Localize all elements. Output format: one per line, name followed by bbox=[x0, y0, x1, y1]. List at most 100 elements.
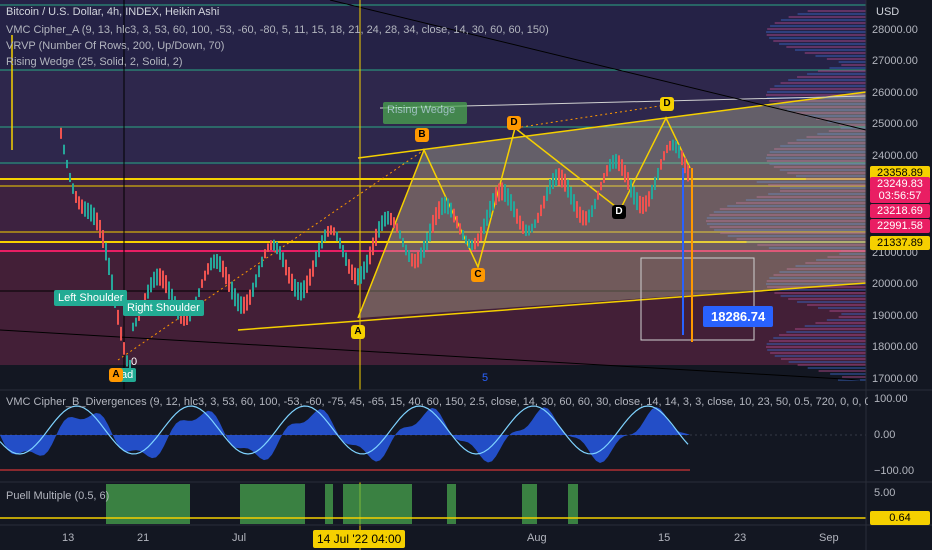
candle bbox=[270, 240, 272, 251]
vrvp-bar bbox=[807, 304, 866, 306]
candle bbox=[165, 275, 167, 294]
price-tick: 26000.00 bbox=[872, 87, 918, 99]
candle bbox=[660, 159, 662, 170]
vrvp-bar bbox=[774, 22, 866, 24]
candle bbox=[531, 223, 533, 233]
chart-canvas[interactable] bbox=[0, 0, 932, 550]
vrvp-bar bbox=[830, 373, 866, 375]
candle bbox=[363, 261, 365, 280]
price-tick: 17000.00 bbox=[872, 373, 918, 385]
candle bbox=[609, 158, 611, 172]
candle bbox=[222, 260, 224, 278]
candle bbox=[309, 268, 311, 286]
candle bbox=[399, 230, 401, 239]
candle bbox=[198, 288, 200, 298]
candle bbox=[624, 165, 626, 183]
candle bbox=[513, 201, 515, 218]
candle bbox=[135, 317, 137, 327]
candle bbox=[525, 224, 527, 237]
candle bbox=[621, 159, 623, 176]
candle bbox=[285, 259, 287, 276]
candle bbox=[204, 270, 206, 281]
candle bbox=[576, 201, 578, 218]
candle bbox=[444, 196, 446, 214]
vrvp-bar bbox=[842, 376, 866, 378]
candle bbox=[585, 211, 587, 226]
candle bbox=[453, 208, 455, 223]
vrvp-bar bbox=[786, 46, 866, 48]
vrvp-bar bbox=[780, 82, 866, 84]
candle bbox=[264, 249, 266, 259]
candle bbox=[564, 173, 566, 192]
candle bbox=[435, 207, 437, 226]
candle bbox=[627, 172, 629, 190]
time-tick: 15 bbox=[658, 532, 671, 544]
candle bbox=[483, 218, 485, 234]
candle bbox=[84, 201, 86, 217]
measure-value: 18286.74 bbox=[703, 306, 774, 327]
candle bbox=[273, 239, 275, 251]
indicator-vmc-a[interactable]: VMC Cipher_A (9, 13, hlc3, 3, 53, 60, 10… bbox=[6, 24, 549, 36]
candle bbox=[549, 179, 551, 195]
chart-title: Bitcoin / U.S. Dollar, 4h, INDEX, Heikin… bbox=[6, 6, 220, 18]
point-d-orange[interactable]: D bbox=[507, 116, 521, 130]
candle bbox=[573, 194, 575, 212]
point-c[interactable]: C bbox=[471, 268, 485, 282]
candle bbox=[432, 214, 434, 233]
candle bbox=[288, 267, 290, 284]
vrvp-bar bbox=[780, 295, 866, 297]
candle bbox=[510, 194, 512, 211]
price-badge: 22991.58 bbox=[870, 219, 930, 233]
price-badge: 03:56:57 bbox=[870, 189, 930, 203]
vrvp-bar bbox=[780, 19, 866, 21]
candle bbox=[105, 242, 107, 261]
candle bbox=[603, 173, 605, 183]
candle bbox=[150, 277, 152, 293]
candle bbox=[147, 284, 149, 299]
candle bbox=[471, 239, 473, 251]
vrvp-bar bbox=[838, 316, 866, 318]
puell-badge: 0.64 bbox=[870, 511, 930, 525]
candle bbox=[579, 206, 581, 223]
candle bbox=[126, 355, 128, 367]
candle bbox=[258, 265, 260, 278]
left-shoulder-label: Left Shoulder bbox=[54, 290, 128, 306]
candle bbox=[507, 188, 509, 206]
candle bbox=[291, 273, 293, 291]
candle bbox=[600, 181, 602, 191]
point-d-black[interactable]: D bbox=[612, 205, 626, 219]
vrvp-bar bbox=[773, 337, 866, 339]
candle bbox=[246, 294, 248, 311]
indicator-vrvp[interactable]: VRVP (Number Of Rows, 200, Up/Down, 70) bbox=[6, 40, 224, 52]
candle bbox=[78, 196, 80, 210]
candle bbox=[447, 198, 449, 215]
candle bbox=[633, 186, 635, 205]
candle bbox=[81, 199, 83, 214]
candle bbox=[522, 221, 524, 234]
candle bbox=[492, 193, 494, 211]
candle bbox=[684, 157, 686, 174]
vrvp-bar bbox=[797, 13, 866, 15]
candle bbox=[207, 263, 209, 275]
candle bbox=[477, 233, 479, 247]
candle bbox=[378, 221, 380, 238]
vrvp-bar bbox=[804, 52, 866, 54]
candle bbox=[612, 155, 614, 169]
vrvp-bar bbox=[766, 34, 866, 36]
point-b[interactable]: B bbox=[415, 128, 429, 142]
candle bbox=[75, 191, 77, 203]
candle bbox=[216, 253, 218, 269]
vmc-cipher-b-legend[interactable]: VMC Cipher_B_Divergences (9, 12, hlc3, 3… bbox=[6, 396, 868, 408]
vrvp-bar bbox=[829, 67, 866, 69]
candle bbox=[96, 212, 98, 231]
puell-legend[interactable]: Puell Multiple (0.5, 6) bbox=[6, 490, 109, 502]
right-shoulder-label: Right Shoulder bbox=[123, 300, 204, 316]
candle bbox=[294, 278, 296, 297]
candle bbox=[243, 296, 245, 314]
point-a-left[interactable]: A bbox=[109, 368, 123, 382]
point-d-yellow[interactable]: D bbox=[660, 97, 674, 111]
candle bbox=[537, 212, 539, 223]
indicator-rising-wedge[interactable]: Rising Wedge (25, Solid, 2, Solid, 2) bbox=[6, 56, 183, 68]
candle bbox=[384, 211, 386, 227]
point-a[interactable]: A bbox=[351, 325, 365, 339]
